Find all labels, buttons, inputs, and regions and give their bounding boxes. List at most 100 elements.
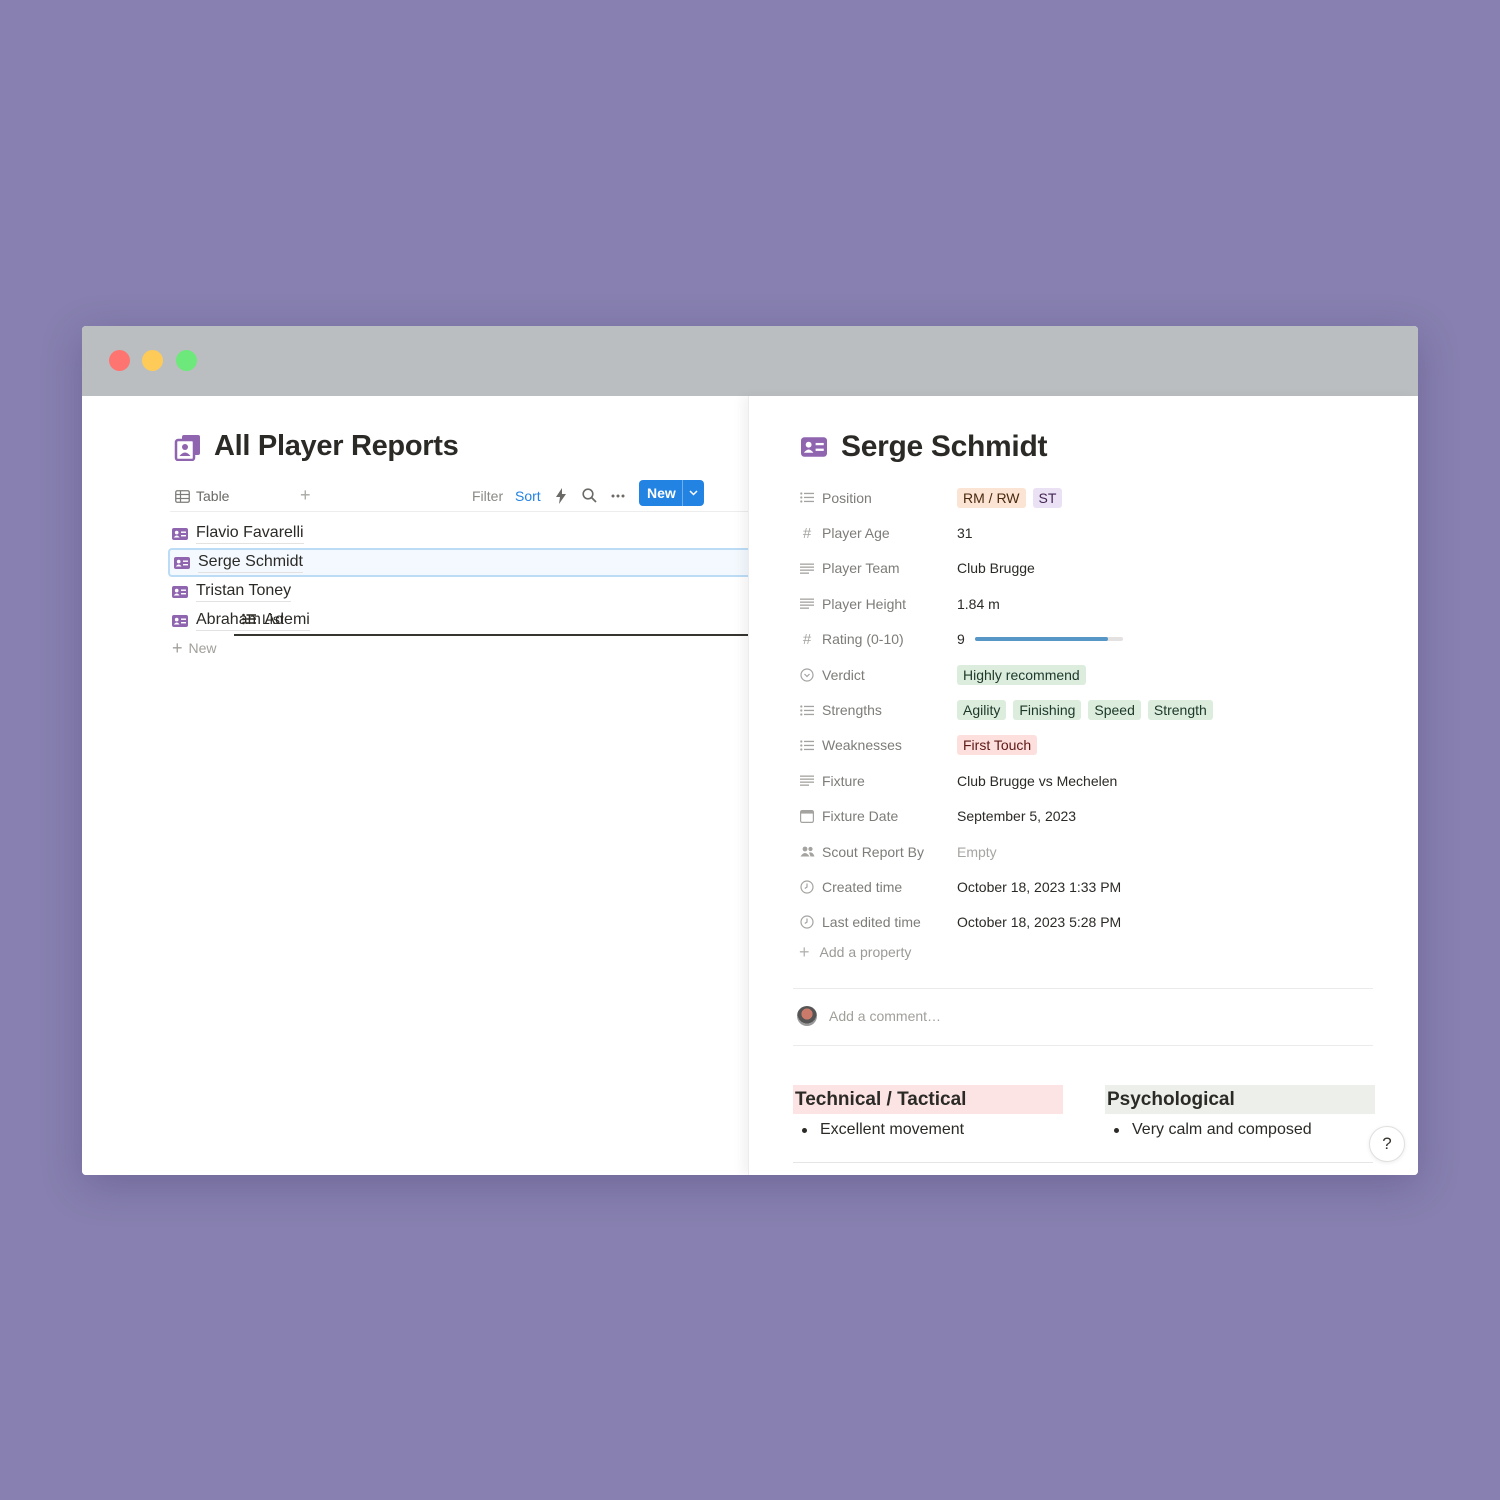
property-value[interactable]: Club Brugge vs Mechelen bbox=[957, 773, 1117, 789]
list-item[interactable]: Flavio Favarelli bbox=[168, 519, 748, 548]
bullet-dot bbox=[802, 1127, 807, 1133]
property-value[interactable]: 31 bbox=[957, 525, 973, 541]
add-view-button[interactable]: + bbox=[300, 486, 311, 504]
comment-input[interactable]: Add a comment… bbox=[797, 1006, 941, 1026]
list-item[interactable]: Tristan Toney bbox=[168, 577, 748, 606]
property-value[interactable]: 1.84 m bbox=[957, 596, 1000, 612]
tab-table-label: Table bbox=[196, 488, 230, 504]
list-item[interactable]: Abraham Ademi bbox=[168, 606, 748, 635]
minimize-window-button[interactable] bbox=[142, 350, 163, 371]
property-label-text: Player Age bbox=[822, 525, 890, 542]
record-list: Flavio Favarelli Serge Schmidt Tristan T… bbox=[168, 519, 748, 635]
bullet-item[interactable]: Excellent movement bbox=[793, 1121, 1063, 1139]
property-label: Fixture Date bbox=[799, 808, 957, 824]
close-window-button[interactable] bbox=[109, 350, 130, 371]
tab-table-view[interactable]: Table bbox=[175, 480, 229, 512]
property-verdict[interactable]: Verdict Highly recommend bbox=[799, 657, 1379, 692]
property-fixture[interactable]: Fixture Club Brugge vs Mechelen bbox=[799, 763, 1379, 798]
filter-button[interactable]: Filter bbox=[472, 488, 503, 504]
property-label-text: Fixture bbox=[822, 772, 865, 789]
new-record-label: New bbox=[647, 485, 676, 501]
sort-button[interactable]: Sort bbox=[515, 488, 541, 504]
property-value[interactable]: Highly recommend bbox=[957, 664, 1093, 685]
property-player-team[interactable]: Player Team Club Brugge bbox=[799, 551, 1379, 586]
rating-value: 9 bbox=[957, 631, 965, 648]
position-tag: RM / RW bbox=[957, 487, 1026, 508]
property-label: Verdict bbox=[799, 667, 957, 683]
property-label: Player Height bbox=[799, 596, 957, 612]
new-options-dropdown[interactable] bbox=[683, 490, 704, 496]
section-psychological: Psychological Very calm and composed bbox=[1105, 1085, 1375, 1139]
text-lines-icon bbox=[799, 773, 815, 789]
property-rating[interactable]: # Rating (0-10) 9 bbox=[799, 622, 1379, 657]
property-label: # Rating (0-10) bbox=[799, 631, 957, 648]
property-player-height[interactable]: Player Height 1.84 m bbox=[799, 586, 1379, 621]
clock-icon bbox=[799, 879, 815, 895]
rating-progress-fill bbox=[974, 637, 1108, 642]
property-strengths[interactable]: Strengths Agility Finishing Speed Streng… bbox=[799, 692, 1379, 727]
people-icon bbox=[799, 844, 815, 860]
multi-select-icon bbox=[799, 490, 815, 506]
property-value[interactable]: First Touch bbox=[957, 735, 1044, 756]
position-tag: ST bbox=[1032, 487, 1063, 508]
table-icon bbox=[175, 489, 190, 503]
strength-tag: Strength bbox=[1147, 700, 1213, 721]
verdict-tag: Highly recommend bbox=[957, 664, 1086, 685]
search-icon[interactable] bbox=[582, 488, 597, 503]
property-value[interactable]: RM / RW ST bbox=[957, 487, 1069, 508]
property-weaknesses[interactable]: Weaknesses First Touch bbox=[799, 728, 1379, 763]
title-bar bbox=[82, 326, 1418, 396]
property-value: October 18, 2023 5:28 PM bbox=[957, 914, 1122, 931]
property-value[interactable]: Empty bbox=[957, 844, 997, 860]
property-player-age[interactable]: # Player Age 31 bbox=[799, 515, 1379, 550]
divider bbox=[793, 1162, 1373, 1163]
add-new-record-button[interactable]: + New bbox=[172, 638, 217, 658]
property-created-time[interactable]: Created time October 18, 2023 1:33 PM bbox=[799, 869, 1379, 904]
property-label-text: Fixture Date bbox=[822, 808, 899, 825]
property-last-edited-time[interactable]: Last edited time October 18, 2023 5:28 P… bbox=[799, 905, 1379, 940]
multi-select-icon bbox=[799, 737, 815, 753]
property-label-text: Rating (0-10) bbox=[822, 631, 904, 648]
weakness-tag: First Touch bbox=[957, 735, 1038, 756]
multi-select-icon bbox=[799, 702, 815, 718]
property-label-text: Verdict bbox=[822, 666, 865, 683]
more-options-icon[interactable] bbox=[610, 488, 626, 504]
list-item-selected[interactable]: Serge Schmidt bbox=[168, 548, 748, 577]
property-value[interactable]: Agility Finishing Speed Strength bbox=[957, 700, 1220, 721]
bullet-item[interactable]: Very calm and composed bbox=[1105, 1121, 1375, 1139]
property-value[interactable]: September 5, 2023 bbox=[957, 808, 1076, 824]
page-header: Serge Schmidt bbox=[801, 430, 1047, 464]
list-item-name: Flavio Favarelli bbox=[196, 523, 304, 544]
strength-tag: Speed bbox=[1088, 700, 1141, 721]
new-record-button[interactable]: New bbox=[639, 480, 704, 506]
view-bar: Table List + Filter Sort New bbox=[170, 480, 830, 636]
calendar-icon bbox=[799, 808, 815, 824]
plus-icon: + bbox=[799, 942, 810, 962]
property-label-text: Position bbox=[822, 489, 872, 506]
plus-icon: + bbox=[172, 638, 183, 658]
help-button[interactable]: ? bbox=[1369, 1126, 1405, 1162]
property-label: Position bbox=[799, 490, 957, 506]
chevron-down-icon bbox=[689, 490, 698, 496]
section-heading[interactable]: Psychological bbox=[1105, 1085, 1375, 1114]
clock-icon bbox=[799, 914, 815, 930]
rating-progress-bar bbox=[974, 637, 1123, 642]
add-property-button[interactable]: + Add a property bbox=[799, 942, 911, 962]
divider bbox=[793, 988, 1373, 989]
database-title: All Player Reports bbox=[214, 430, 459, 462]
contact-card-icon bbox=[172, 527, 188, 540]
property-label: Strengths bbox=[799, 702, 957, 718]
zoom-window-button[interactable] bbox=[176, 350, 197, 371]
property-scout-report-by[interactable]: Scout Report By Empty bbox=[799, 834, 1379, 869]
property-label-text: Weaknesses bbox=[822, 737, 902, 754]
property-label: Fixture bbox=[799, 773, 957, 789]
property-label: Last edited time bbox=[799, 914, 957, 930]
automation-bolt-icon[interactable] bbox=[556, 488, 566, 504]
section-heading[interactable]: Technical / Tactical bbox=[793, 1085, 1063, 1114]
divider bbox=[793, 1045, 1373, 1046]
property-fixture-date[interactable]: Fixture Date September 5, 2023 bbox=[799, 799, 1379, 834]
property-value[interactable]: Club Brugge bbox=[957, 560, 1035, 576]
property-position[interactable]: Position RM / RW ST bbox=[799, 480, 1379, 515]
property-value[interactable]: 9 bbox=[957, 631, 1123, 647]
list-item-name: Serge Schmidt bbox=[198, 552, 303, 573]
